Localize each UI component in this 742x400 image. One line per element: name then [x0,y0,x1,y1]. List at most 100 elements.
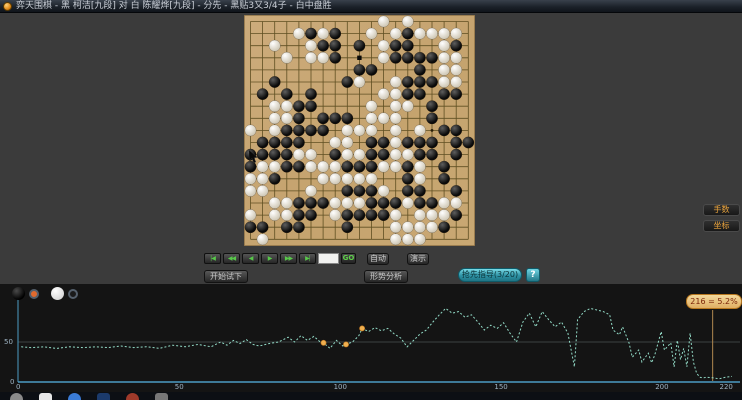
winrate-tooltip: 216 = 5.2% [686,294,742,309]
go-board[interactable] [244,15,475,246]
white-stone [389,76,402,88]
black-stone [401,27,414,40]
black-stone [341,184,354,197]
mouse-cursor [249,150,259,164]
help-button[interactable]: ? [526,268,540,282]
black-stone [280,160,293,173]
black-stone [268,136,281,149]
graph-legend [12,286,86,301]
black-stone [426,136,438,149]
black-stone [317,197,330,209]
white-stone [450,63,463,76]
black-stone [268,76,281,88]
black-stone [292,160,305,173]
x-tick-label: 50 [174,383,184,391]
black-stone [450,148,463,161]
go-button[interactable]: GO [341,253,356,264]
auto-play-button[interactable]: 自动 [367,253,389,265]
white-stone [305,51,317,64]
white-stone [413,27,426,40]
black-stone [292,124,305,137]
black-stone [438,221,451,234]
white-stone [365,27,378,40]
ai-guide-button[interactable]: 抢先指导(3/20) [458,268,522,282]
taskbar-icon-4[interactable] [97,393,110,400]
black-stone [450,124,463,137]
white-stone [341,172,354,185]
white-stone [268,112,281,125]
white-stone [389,160,402,173]
white-stone [365,124,378,137]
x-tick-label: 220 [719,383,733,391]
white-stone [244,209,257,222]
white-stone [341,124,354,137]
title-bar[interactable]: 弈天围棋 - 黑 柯洁[九段] 对 白 陈耀烨[九段] - 分先 - 黑贴3又3… [0,0,742,13]
back-button[interactable]: ◀ [242,253,259,264]
taskbar-icon-5[interactable] [126,393,139,400]
y-tick-label: 50 [4,338,13,346]
black-stone [413,88,426,101]
white-stone [365,172,378,185]
white-stone [280,112,293,125]
white-stone [256,184,269,197]
black-stone-icon [12,287,25,300]
taskbar-icon-3[interactable] [68,393,81,400]
white-stone [377,15,390,28]
white-stone [389,112,402,125]
x-tick-label: 200 [655,383,669,391]
black-stone [365,136,378,149]
position-analysis-button[interactable]: 形势分析 [364,270,408,283]
black-stone [426,112,438,125]
coordinates-toggle[interactable]: 坐标 [703,220,740,232]
black-winrate-radio[interactable] [29,288,39,299]
start-trial-button[interactable]: 开始试下 [204,270,248,283]
black-stone [256,221,269,234]
white-stone [450,197,463,209]
white-stone [365,112,378,125]
black-stone [365,209,378,222]
move-number-input[interactable] [318,253,339,264]
white-stone [256,233,269,246]
black-stone [413,63,426,76]
first-move-button[interactable]: |◀ [204,253,221,264]
white-stone [244,184,257,197]
black-stone [341,160,354,173]
taskbar-icon-6[interactable] [155,393,168,400]
black-stone [280,124,293,137]
taskbar-icon-1[interactable] [10,393,23,400]
demo-button[interactable]: 演示 [407,253,429,265]
black-stone [292,221,305,234]
white-stone [401,197,414,209]
white-stone [305,148,317,161]
move-numbers-toggle[interactable]: 手数 [703,204,740,216]
forward-button[interactable]: ▶ [261,253,278,264]
white-stone [438,63,451,76]
white-stone [329,197,342,209]
white-stone [389,100,402,113]
last-move-button[interactable]: ▶| [299,253,316,264]
white-stone [438,51,451,64]
black-stone [462,136,475,149]
white-stone [244,124,257,137]
white-winrate-radio[interactable] [68,288,78,299]
black-stone [268,172,281,185]
black-stone [353,184,366,197]
white-stone [280,51,293,64]
black-stone [377,209,390,222]
white-stone [450,51,463,64]
black-stone [426,148,438,161]
white-stone [389,136,402,149]
back-fast-button[interactable]: ◀◀ [223,253,240,264]
black-stone [244,221,257,234]
white-stone [389,124,402,137]
black-stone [450,88,463,101]
white-stone [401,148,414,161]
forward-fast-button[interactable]: ▶▶ [280,253,297,264]
move-marker [357,55,362,60]
taskbar[interactable] [0,392,742,400]
winrate-chart[interactable] [0,284,742,392]
white-stone [438,197,451,209]
taskbar-icon-2[interactable] [39,393,52,400]
white-stone [438,39,451,52]
black-stone [317,124,330,137]
